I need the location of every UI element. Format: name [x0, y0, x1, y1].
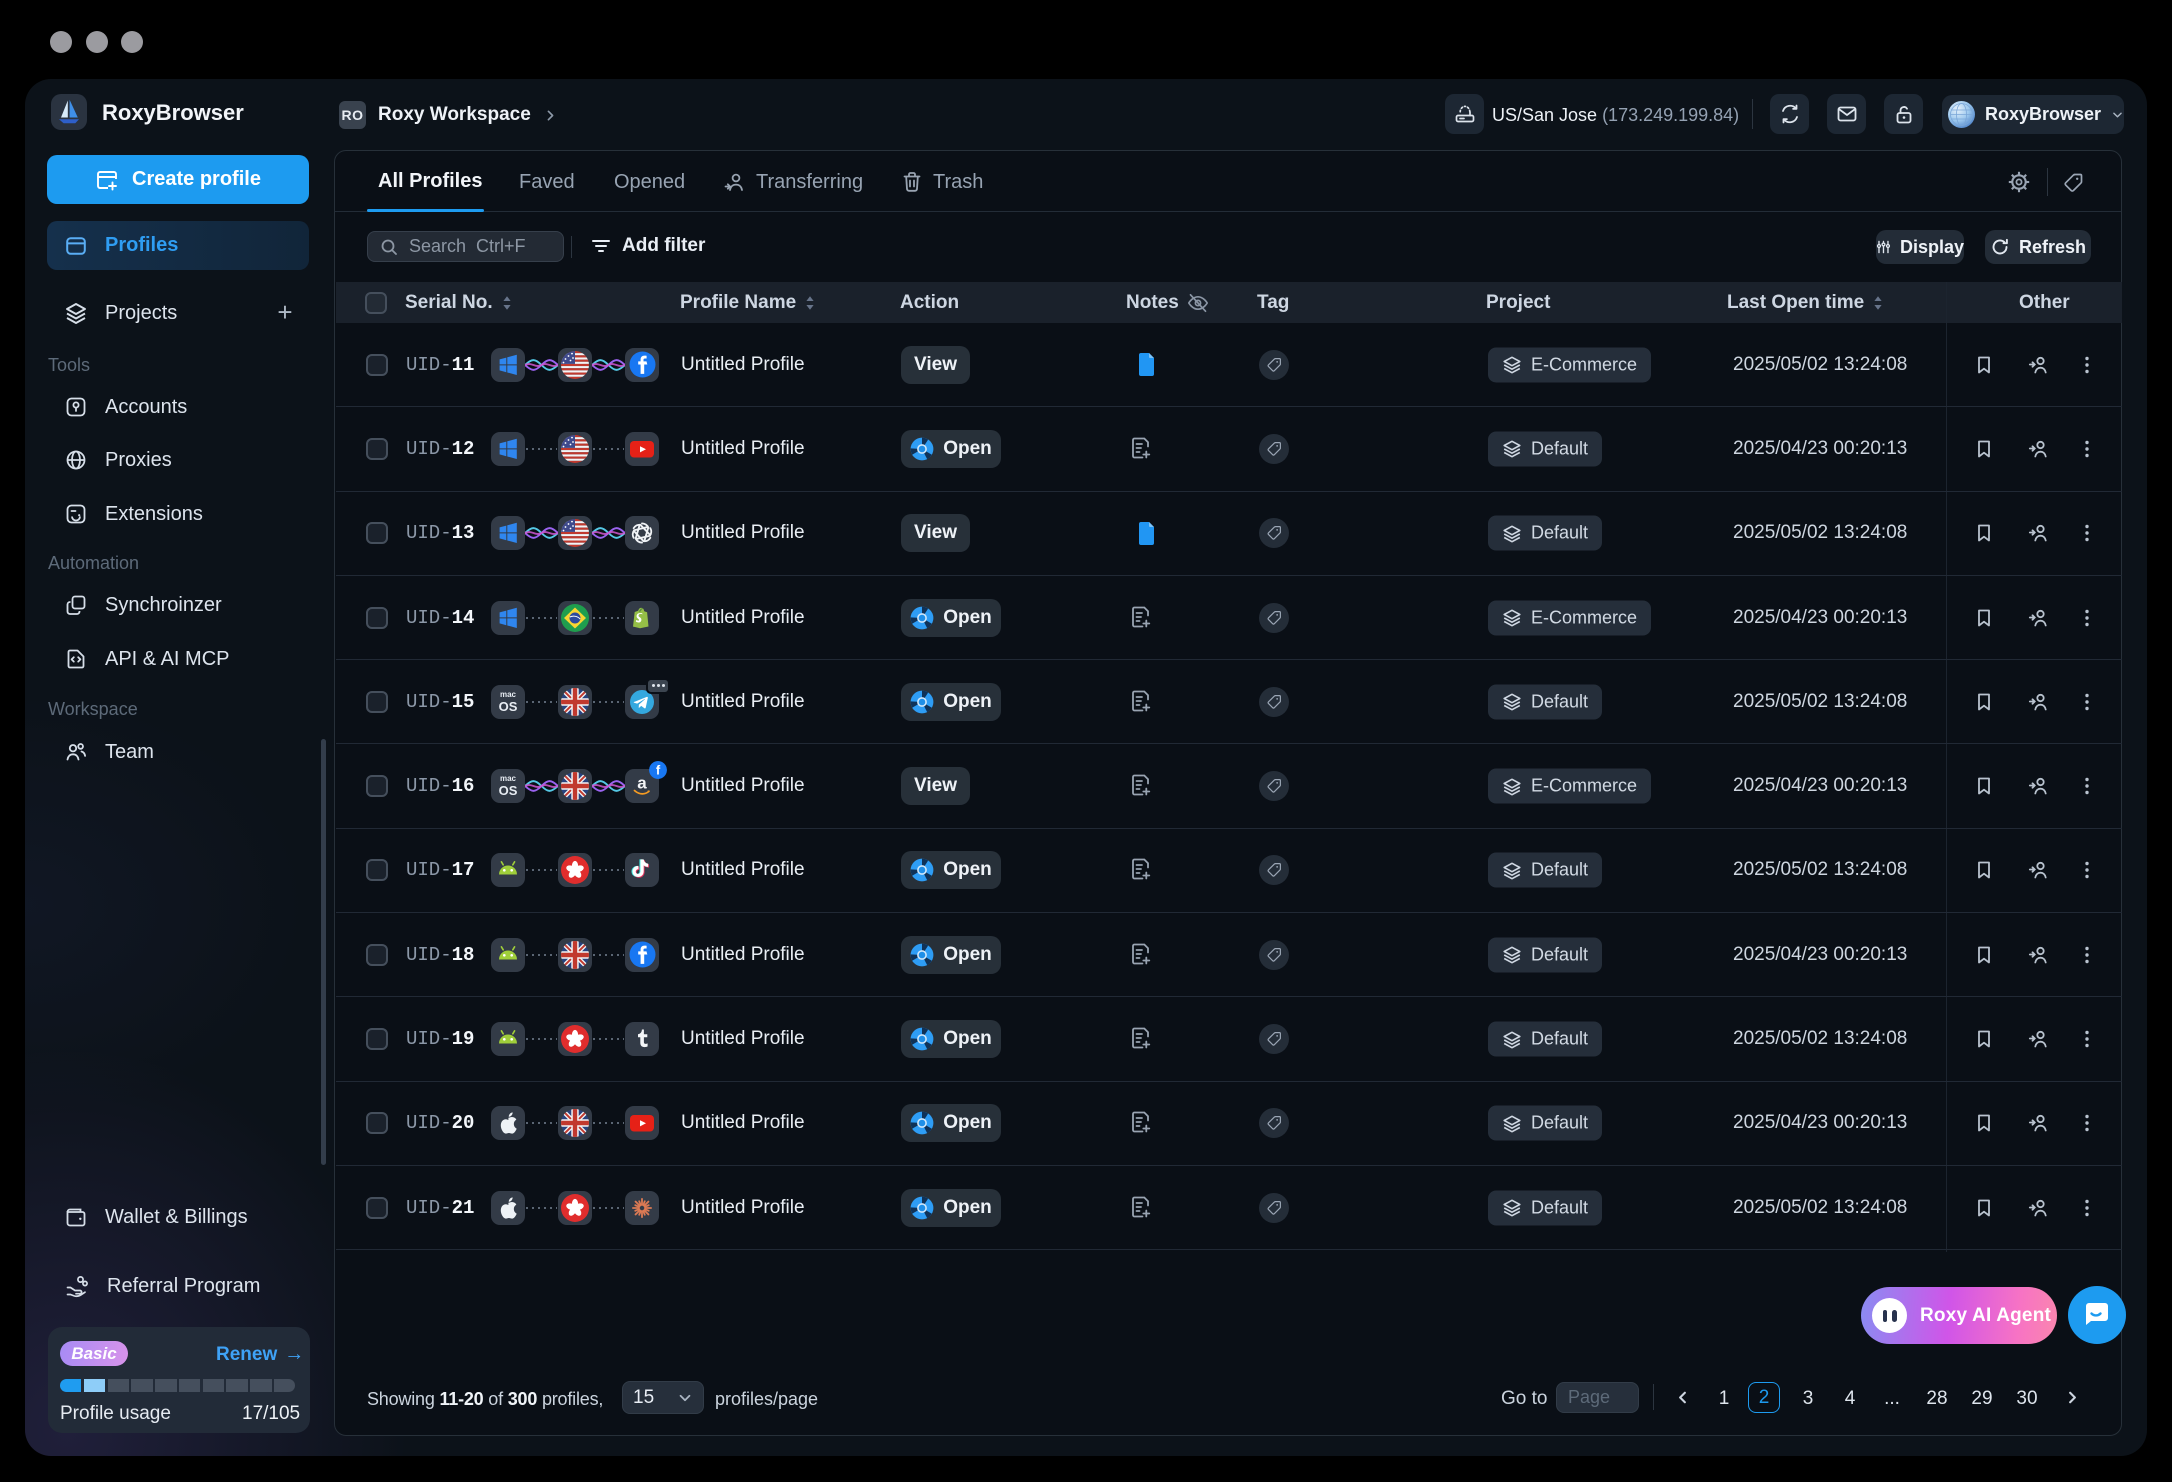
svg-text:f: f: [656, 763, 661, 778]
svg-text:a: a: [637, 774, 647, 793]
